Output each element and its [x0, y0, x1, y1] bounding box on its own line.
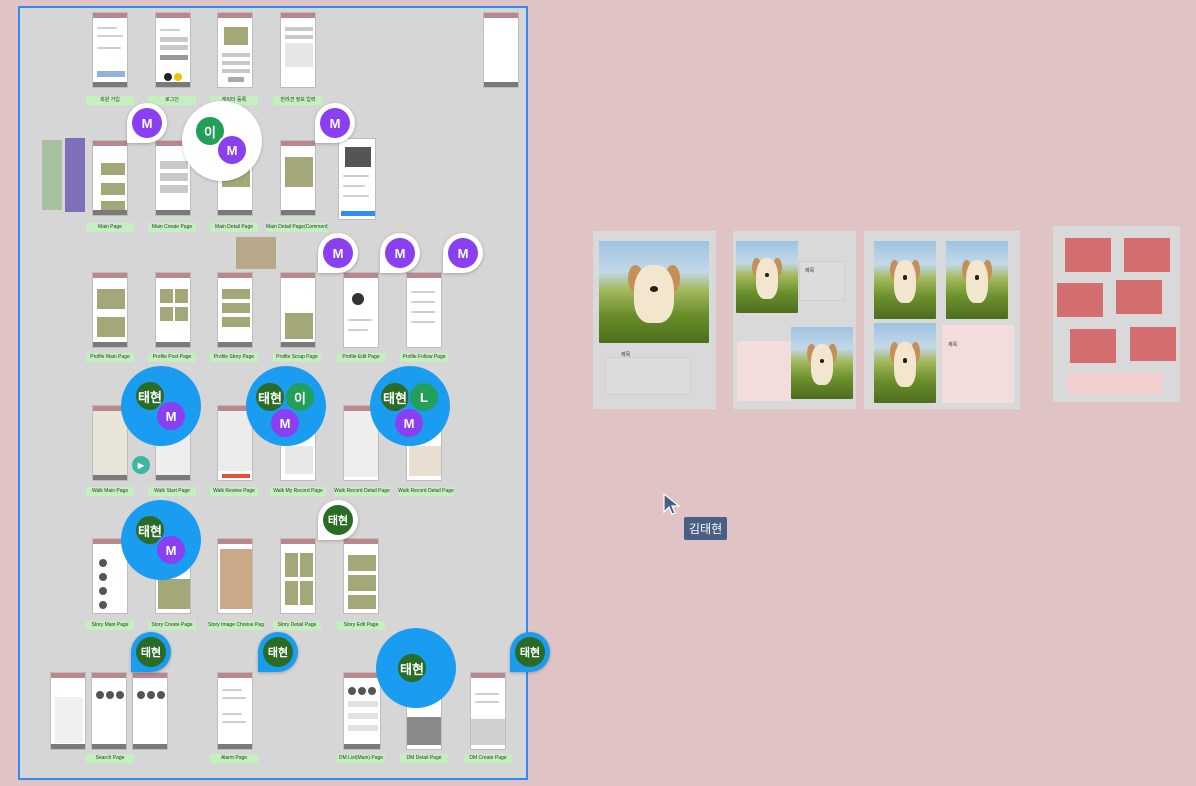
frame-label: Walk Record Detail Page [334, 487, 390, 496]
screen-story-edit[interactable] [343, 538, 379, 614]
screen-login[interactable] [155, 12, 191, 88]
reference-image [236, 237, 276, 269]
screen-search-2[interactable] [91, 672, 127, 750]
screen-main-detail-comment[interactable] [280, 140, 316, 216]
screen-comment-sheet[interactable] [338, 138, 376, 220]
layout-block [1130, 327, 1176, 361]
frame-label: 회원 가입 [86, 96, 134, 105]
frame-label: Main Page [86, 223, 134, 232]
layout-block [1116, 280, 1162, 314]
screen-profile-post[interactable] [155, 272, 191, 348]
avatar[interactable]: M [448, 238, 478, 268]
screen-blank[interactable] [483, 12, 519, 88]
text-area-placeholder [605, 357, 691, 395]
screen-profile-main[interactable] [92, 272, 128, 348]
frame-label: Story Image Choose Page [208, 621, 264, 630]
frame-label: Walk Start Page [148, 487, 196, 496]
avatar[interactable]: M [155, 534, 187, 566]
avatar[interactable]: 태현 [515, 637, 545, 667]
dog-photo [599, 241, 709, 343]
layout-block [1057, 283, 1103, 317]
story-layout-board-1[interactable]: 제목 [593, 231, 716, 409]
frame-label: Story Create Page [148, 621, 196, 630]
frame-label: Profile Main Page [86, 353, 134, 362]
avatar[interactable]: M [155, 400, 187, 432]
avatar[interactable]: M [393, 407, 425, 439]
avatar[interactable]: M [323, 238, 353, 268]
screen-signup[interactable] [92, 12, 128, 88]
screen-story-detail[interactable] [280, 538, 316, 614]
frame-label: Profile Edit Page [337, 353, 385, 362]
frame-label: Alarm Page [210, 754, 258, 763]
screen-dm-list[interactable] [343, 672, 381, 750]
dog-photo [874, 323, 936, 403]
screen-pet-info[interactable] [280, 12, 316, 88]
frame-label: Main Create Page [148, 223, 196, 232]
frame-label: 로그인 [148, 96, 196, 105]
avatar[interactable]: M [385, 238, 415, 268]
screen-search-3[interactable] [132, 672, 168, 750]
screen-main[interactable] [92, 140, 128, 216]
frame-label: Walk Main Page [86, 487, 134, 496]
layout-block [1068, 372, 1162, 394]
screen-alarm[interactable] [217, 672, 253, 750]
text-area-placeholder [737, 341, 791, 401]
avatar[interactable]: 태현 [136, 637, 166, 667]
frame-label: Profile Post Page [148, 353, 196, 362]
play-icon[interactable]: ▶ [132, 456, 150, 474]
reference-image [42, 140, 62, 210]
avatar[interactable]: M [269, 407, 301, 439]
layout-wireframe-board[interactable] [1053, 226, 1180, 402]
screen-profile-follow[interactable] [406, 272, 442, 348]
avatar[interactable]: 태현 [263, 637, 293, 667]
layout-block [1070, 329, 1116, 363]
screen-search-1[interactable] [50, 672, 86, 750]
avatar[interactable]: M [132, 108, 162, 138]
pointer-cursor-icon [663, 492, 681, 515]
frame-label: Story Detail Page [273, 621, 321, 630]
frame-label: DM Detail Page [400, 754, 448, 763]
screen-dm-create[interactable] [470, 672, 506, 750]
frame-label: Profile Follow Page [400, 353, 448, 362]
avatar[interactable]: 태현 [396, 652, 428, 684]
frame-label: Story Main Page [86, 621, 134, 630]
screen-profile-story[interactable] [217, 272, 253, 348]
dog-photo [874, 241, 936, 319]
text-area-placeholder [942, 325, 1014, 403]
avatar[interactable]: M [216, 134, 248, 166]
frame-label: Profile Scrap Page [273, 353, 321, 362]
layout-block [1124, 238, 1170, 272]
story-layout-board-2[interactable]: 제목 [733, 231, 856, 409]
layout-block [1065, 238, 1111, 272]
frame-label: Story Edit Page [337, 621, 385, 630]
frame-label: Profile Story Page [210, 353, 258, 362]
dog-photo [946, 241, 1008, 319]
dog-photo [791, 327, 853, 399]
story-layout-board-3[interactable]: 제목 [864, 231, 1020, 409]
screen-profile-scrap[interactable] [280, 272, 316, 348]
dog-photo [736, 241, 798, 313]
frame-label: DM List(Main) Page [337, 754, 385, 763]
board-caption: 제목 [948, 342, 958, 348]
frame-label: Search Page [86, 754, 134, 763]
frame-label: DM Create Page [464, 754, 512, 763]
screen-story-image-choose[interactable] [217, 538, 253, 614]
frame-label: Walk My Record Page [270, 487, 326, 496]
frame-label: Main Detail Page [210, 223, 258, 232]
avatar[interactable]: 태현 [323, 505, 353, 535]
screen-profile-edit[interactable] [343, 272, 379, 348]
frame-label: Main Detail Page(Comment) [266, 223, 328, 232]
cursor-user-label: 김태현 [684, 517, 728, 540]
frame-label: Walk Review Page [210, 487, 258, 496]
reference-image [65, 138, 85, 212]
frame-label: 반려견 정보 입력 [273, 96, 323, 105]
avatar[interactable]: M [320, 108, 350, 138]
frame-label: Walk Record Detail Page [398, 487, 454, 496]
board-caption: 제목 [805, 268, 815, 274]
screen-character-register[interactable] [217, 12, 253, 88]
